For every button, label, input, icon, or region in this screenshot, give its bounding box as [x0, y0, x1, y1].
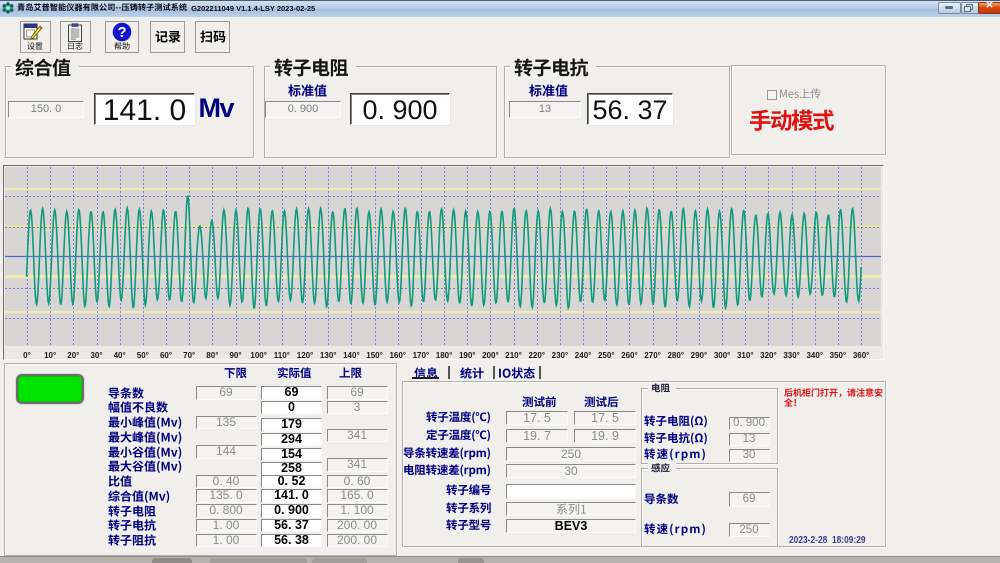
svg-text:?: ?	[118, 25, 127, 41]
